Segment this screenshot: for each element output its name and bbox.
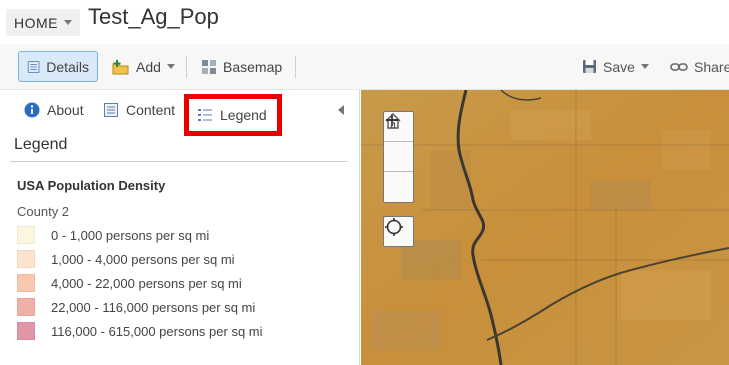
add-label: Add <box>136 58 161 75</box>
basemap-grid-icon <box>202 59 216 74</box>
minus-icon <box>386 119 398 121</box>
zoom-out-button[interactable] <box>384 119 413 202</box>
legend-item-label: 4,000 - 22,000 persons per sq mi <box>51 275 242 291</box>
link-icon <box>670 62 688 71</box>
legend-swatch <box>17 322 35 340</box>
tab-about-label: About <box>47 102 84 118</box>
locate-button[interactable] <box>383 216 414 247</box>
legend-item-label: 116,000 - 615,000 persons per sq mi <box>51 323 263 339</box>
divider <box>10 161 348 162</box>
legend-swatch <box>17 298 35 316</box>
legend-item: 22,000 - 116,000 persons per sq mi <box>17 295 255 319</box>
legend-field-name: County 2 <box>17 204 70 219</box>
chevron-down-icon <box>640 64 649 69</box>
add-button[interactable]: Add <box>112 51 175 82</box>
tab-legend-label: Legend <box>220 107 267 123</box>
info-icon <box>24 102 40 118</box>
share-label: Share <box>694 58 729 75</box>
basemap-label: Basemap <box>223 58 283 75</box>
home-label: HOME <box>14 14 58 31</box>
details-panel: About Content Legend Legend USA Populati… <box>0 90 360 365</box>
details-label: Details <box>46 58 89 75</box>
legend-list: 0 - 1,000 persons per sq mi 1,000 - 4,00… <box>17 223 263 343</box>
legend-item-label: 0 - 1,000 persons per sq mi <box>51 227 210 243</box>
tab-legend[interactable]: Legend <box>184 94 282 136</box>
legend-item: 116,000 - 615,000 persons per sq mi <box>17 319 263 343</box>
content-icon <box>104 103 118 117</box>
chevron-down-icon <box>166 64 175 69</box>
tab-content[interactable]: Content <box>103 102 175 118</box>
map-view[interactable] <box>361 90 729 365</box>
legend-item-label: 1,000 - 4,000 persons per sq mi <box>51 251 235 267</box>
legend-swatch <box>17 274 35 292</box>
zoom-control <box>383 111 414 203</box>
floppy-disk-icon <box>583 60 596 73</box>
legend-list-icon <box>198 109 212 121</box>
toolbar-divider <box>186 56 187 78</box>
legend-item: 1,000 - 4,000 persons per sq mi <box>17 247 235 271</box>
map-title: Test_Ag_Pop <box>88 4 219 29</box>
save-button[interactable]: Save <box>582 51 649 82</box>
default-extent-button[interactable] <box>384 113 413 172</box>
tab-content-label: Content <box>126 102 176 118</box>
details-button[interactable]: Details <box>18 51 98 82</box>
panel-tabs: About Content Legend <box>0 90 360 136</box>
legend-item: 4,000 - 22,000 persons per sq mi <box>17 271 242 295</box>
collapse-panel-icon[interactable] <box>338 105 344 115</box>
toolbar-divider <box>295 56 296 78</box>
legend-layer-name: USA Population Density <box>17 178 166 193</box>
tab-about[interactable]: About <box>24 102 84 118</box>
app-header: HOME Test_Ag_Pop <box>0 0 729 44</box>
legend-item: 0 - 1,000 persons per sq mi <box>17 223 209 247</box>
save-label: Save <box>603 58 635 75</box>
legend-swatch <box>17 226 35 244</box>
legend-heading: Legend <box>14 136 68 153</box>
legend-item-label: 22,000 - 116,000 persons per sq mi <box>51 299 256 315</box>
legend-swatch <box>17 250 35 268</box>
toolbar: Details Add Basemap Save Share <box>0 44 729 90</box>
locate-crosshair-icon <box>385 218 403 236</box>
share-button[interactable]: Share <box>670 51 729 82</box>
chevron-down-icon <box>64 20 72 25</box>
basemap-button[interactable]: Basemap <box>201 51 282 82</box>
details-icon <box>27 60 40 73</box>
home-menu-button[interactable]: HOME <box>6 9 80 36</box>
map-imagery <box>361 90 729 365</box>
add-layer-icon <box>112 59 129 74</box>
